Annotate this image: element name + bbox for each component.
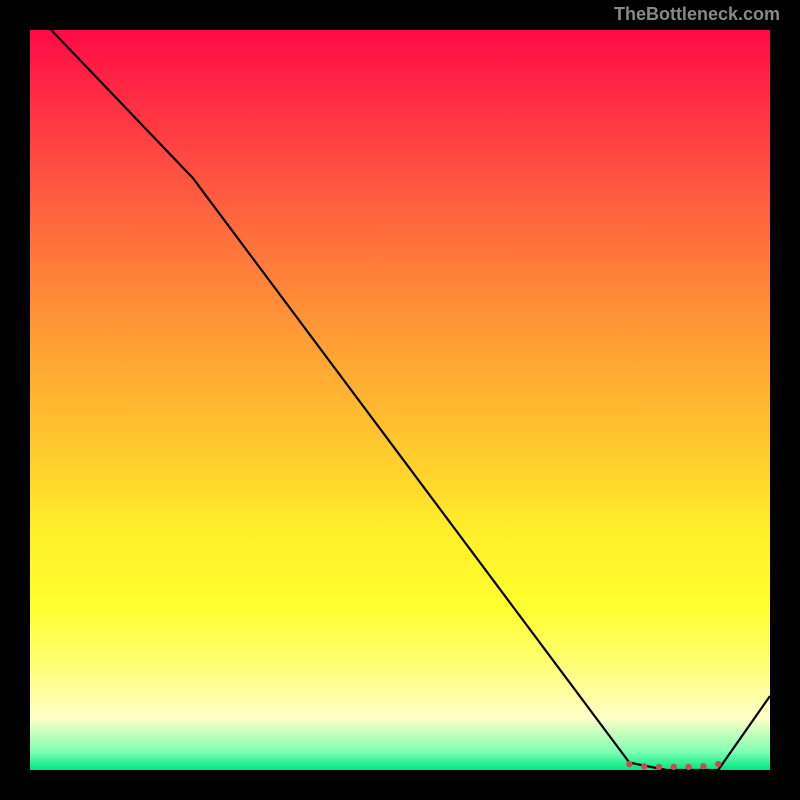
data-marker <box>626 761 632 767</box>
data-line <box>30 30 770 770</box>
data-marker <box>656 764 662 770</box>
data-marker <box>671 764 677 770</box>
data-marker <box>641 763 647 769</box>
chart-container: TheBottleneck.com <box>0 0 800 800</box>
data-marker <box>700 763 706 769</box>
data-marker <box>685 764 691 770</box>
data-marker <box>715 761 721 767</box>
chart-svg <box>30 30 770 770</box>
watermark-text: TheBottleneck.com <box>614 4 780 25</box>
plot-area <box>30 30 770 770</box>
